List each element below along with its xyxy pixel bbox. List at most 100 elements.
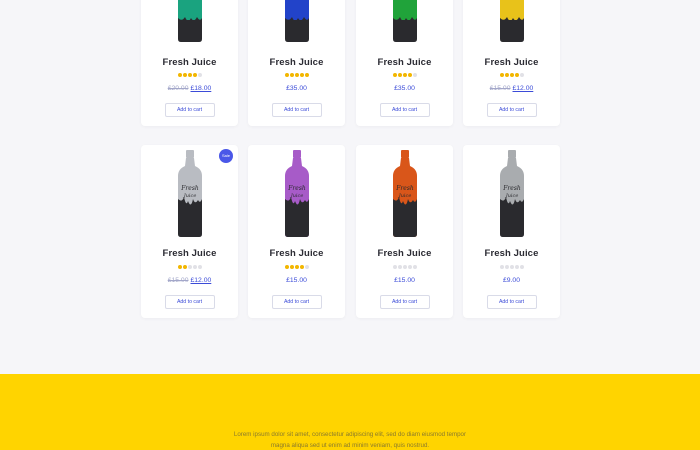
star-rating: [392, 265, 417, 269]
product-image[interactable]: Juice: [498, 0, 526, 42]
star-icon: [304, 73, 309, 77]
product-price: £20.00 £18.00: [141, 85, 238, 92]
star-icon: [284, 73, 289, 77]
product-title[interactable]: Fresh Juice: [141, 248, 238, 259]
product-price: £35.00: [248, 85, 345, 92]
product-price: £15.00: [248, 277, 345, 284]
site-footer: Lorem ipsum dolor sit amet, consectetur …: [0, 374, 700, 450]
product-price: £15.00 £12.00: [141, 277, 238, 284]
star-icon: [504, 73, 509, 77]
star-icon: [177, 265, 182, 269]
sale-badge: Sale: [219, 149, 233, 163]
add-to-cart-button[interactable]: Add to cart: [164, 103, 215, 117]
sale-price: £12.00: [512, 85, 534, 92]
sale-price: £18.00: [190, 85, 212, 92]
svg-text:Fresh: Fresh: [395, 185, 414, 192]
star-icon: [397, 265, 402, 269]
add-to-cart-button[interactable]: Add to cart: [486, 103, 537, 117]
star-icon: [407, 265, 412, 269]
add-to-cart-button[interactable]: Add to cart: [379, 103, 430, 117]
add-to-cart-button[interactable]: Add to cart: [271, 103, 322, 117]
star-icon: [294, 73, 299, 77]
star-icon: [177, 73, 182, 77]
star-icon: [519, 265, 524, 269]
product-title[interactable]: Fresh Juice: [248, 248, 345, 259]
product-title[interactable]: Fresh Juice: [463, 57, 560, 68]
sale-price: £12.00: [190, 277, 212, 284]
product-image[interactable]: Juice: [283, 0, 311, 42]
product-title[interactable]: Fresh Juice: [356, 248, 453, 259]
footer-text-line-2: magna aliqua sed ut enim ad minim veniam…: [270, 442, 430, 449]
star-icon: [514, 265, 519, 269]
add-to-cart-button[interactable]: Add to cart: [379, 295, 430, 309]
juice-bottle-icon: Fresh Juice: [499, 150, 524, 237]
star-icon: [294, 265, 299, 269]
product-title[interactable]: Fresh Juice: [463, 248, 560, 259]
star-icon: [192, 73, 197, 77]
star-icon: [519, 73, 524, 77]
juice-bottle-icon: Fresh Juice: [392, 150, 417, 237]
star-icon: [182, 265, 187, 269]
svg-text:Fresh: Fresh: [502, 185, 521, 192]
juice-bottle-icon: Juice: [284, 0, 309, 42]
star-icon: [499, 265, 504, 269]
product-image[interactable]: Fresh Juice: [176, 150, 204, 237]
star-rating: [177, 265, 202, 269]
product-price: £9.00: [463, 277, 560, 284]
product-card[interactable]: Juice Fresh Juice £35.00 Add to cart: [248, 0, 345, 126]
star-icon: [397, 73, 402, 77]
add-to-cart-button[interactable]: Add to cart: [164, 295, 215, 309]
star-icon: [392, 73, 397, 77]
star-icon: [299, 265, 304, 269]
current-price: £15.00: [394, 277, 415, 284]
product-card[interactable]: Juice Fresh Juice £35.00 Add to cart: [356, 0, 453, 126]
star-icon: [514, 73, 519, 77]
product-card[interactable]: Fresh Juice Fresh Juice £9.00 Add to cart: [463, 145, 560, 318]
product-image[interactable]: Juice: [391, 0, 419, 42]
svg-text:Juice: Juice: [182, 193, 196, 199]
juice-bottle-icon: Fresh Juice: [284, 150, 309, 237]
star-icon: [187, 73, 192, 77]
product-image[interactable]: Fresh Juice: [391, 150, 419, 237]
old-price: £20.00: [167, 85, 189, 92]
svg-text:Fresh: Fresh: [287, 185, 306, 192]
product-card[interactable]: Juice Fresh Juice £20.00£18.00 Add to cart: [141, 0, 238, 126]
current-price: £15.00: [286, 277, 307, 284]
footer-text-line-1: Lorem ipsum dolor sit amet, consectetur …: [233, 431, 467, 438]
add-to-cart-button[interactable]: Add to cart: [486, 295, 537, 309]
star-icon: [197, 73, 202, 77]
add-to-cart-button[interactable]: Add to cart: [271, 295, 322, 309]
star-icon: [197, 265, 202, 269]
current-price: £35.00: [394, 85, 415, 92]
juice-bottle-icon: Juice: [177, 0, 202, 42]
current-price: £35.00: [286, 85, 307, 92]
star-icon: [412, 265, 417, 269]
star-icon: [402, 265, 407, 269]
star-icon: [299, 73, 304, 77]
star-icon: [284, 265, 289, 269]
product-image[interactable]: Fresh Juice: [283, 150, 311, 237]
product-title[interactable]: Fresh Juice: [356, 57, 453, 68]
product-price: £35.00: [356, 85, 453, 92]
product-title[interactable]: Fresh Juice: [248, 57, 345, 68]
product-card[interactable]: Juice Fresh Juice £15.00£12.00 Add to cart: [463, 0, 560, 126]
product-title[interactable]: Fresh Juice: [141, 57, 238, 68]
old-price: £15.00: [167, 277, 189, 284]
product-card[interactable]: Fresh Juice Fresh Juice £15.00 Add to cart: [248, 145, 345, 318]
juice-bottle-icon: Juice: [392, 0, 417, 42]
product-image[interactable]: Fresh Juice: [498, 150, 526, 237]
svg-text:Juice: Juice: [397, 193, 411, 199]
star-icon: [304, 265, 309, 269]
star-rating: [177, 73, 202, 77]
product-card[interactable]: Fresh Juice Fresh Juice £15.00 Add to cart: [356, 145, 453, 318]
product-card[interactable]: Fresh Juice Sale Fresh Juice £15.00 £12.00 A…: [141, 145, 238, 318]
star-icon: [407, 73, 412, 77]
product-image[interactable]: Juice: [176, 0, 204, 42]
juice-bottle-icon: Juice: [499, 0, 524, 42]
current-price: £9.00: [502, 277, 520, 284]
star-rating: [499, 73, 524, 77]
star-rating: [392, 73, 417, 77]
product-price: £15.00: [356, 277, 453, 284]
star-icon: [289, 73, 294, 77]
star-rating: [284, 73, 309, 77]
